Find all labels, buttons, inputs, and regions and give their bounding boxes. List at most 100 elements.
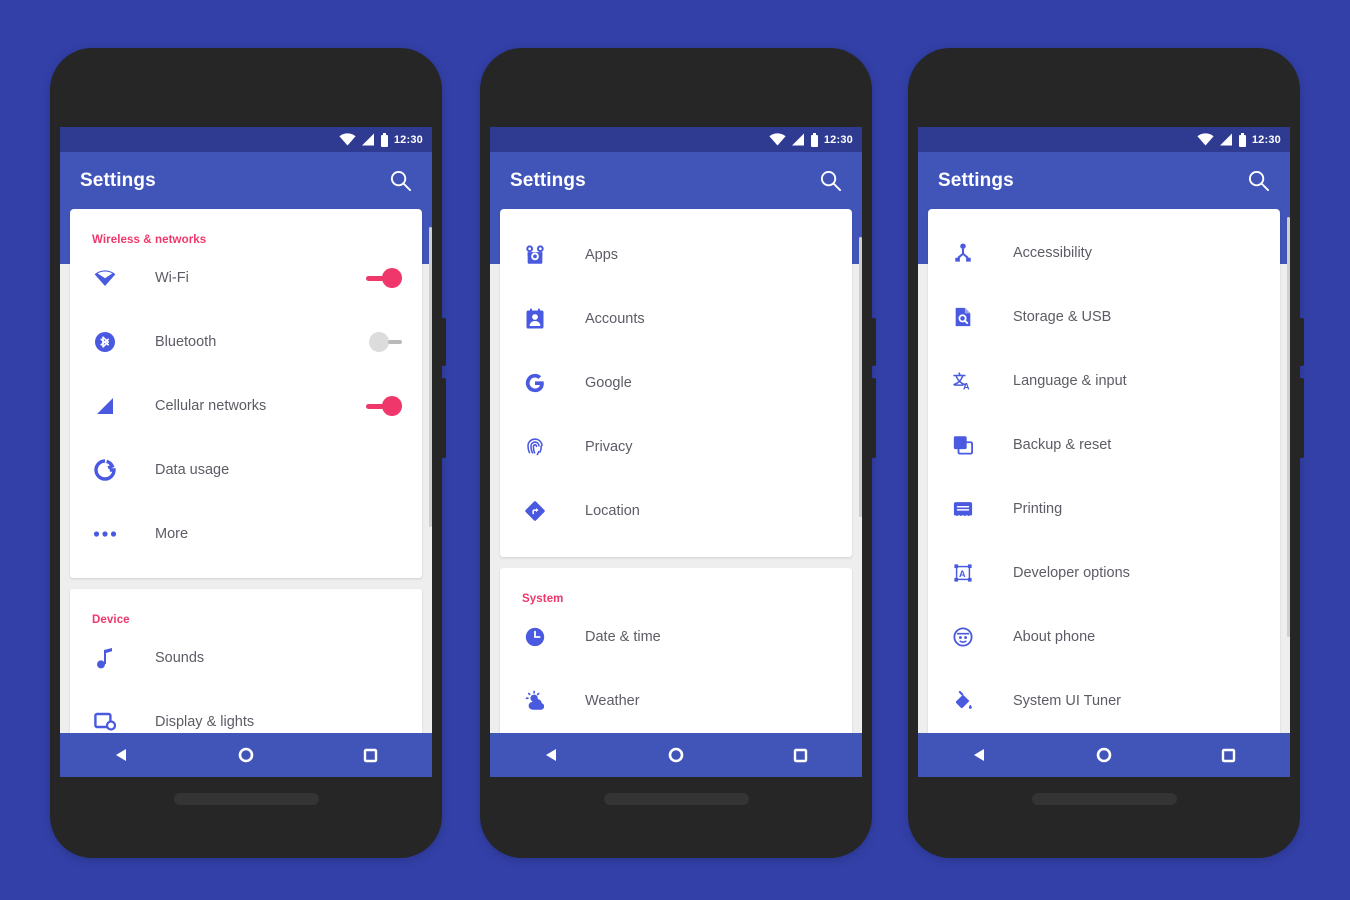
bluetooth-icon <box>91 328 119 356</box>
wifi-icon <box>91 264 119 292</box>
scrollbar-thumb[interactable] <box>429 227 432 527</box>
svg-text:A: A <box>959 569 966 579</box>
system-ui-tuner-icon <box>949 687 977 715</box>
screenshot-stage: 12:30 Settings Wireless & networks Wi-Fi… <box>0 0 1350 900</box>
page-title: Settings <box>510 169 586 191</box>
list-item-label: Accessibility <box>1013 245 1092 261</box>
volume-button[interactable] <box>871 378 876 458</box>
status-bar-clock: 12:30 <box>393 133 423 146</box>
app-bar: Settings <box>918 152 1290 209</box>
section-header: System <box>522 593 564 605</box>
list-item-label: Google <box>585 375 632 391</box>
bluetooth-toggle[interactable] <box>369 332 402 352</box>
list-item-backup-reset[interactable]: Backup & reset <box>928 413 1280 477</box>
list-item-wifi[interactable]: Wi-Fi <box>70 246 422 310</box>
list-item-cellular-networks[interactable]: Cellular networks <box>70 374 422 438</box>
home-circle-icon[interactable] <box>1082 733 1126 777</box>
recents-square-icon[interactable] <box>778 733 822 777</box>
search-icon[interactable] <box>817 168 843 194</box>
list-item-more[interactable]: More <box>70 502 422 566</box>
settings-list-2[interactable]: Apps Accounts Google Privacy Location Sy… <box>490 209 862 777</box>
list-item-accounts[interactable]: Accounts <box>500 287 852 351</box>
bottom-speaker <box>174 793 319 805</box>
list-item-bluetooth[interactable]: Bluetooth <box>70 310 422 374</box>
list-item-location[interactable]: Location <box>500 479 852 543</box>
list-item-label: Date & time <box>585 629 661 645</box>
wifi-icon <box>769 133 786 146</box>
back-triangle-icon[interactable] <box>100 733 144 777</box>
settings-card: System Date & time Weather <box>500 568 852 759</box>
cellular-toggle[interactable] <box>366 396 402 416</box>
apps-icon <box>521 241 549 269</box>
search-icon[interactable] <box>387 168 413 194</box>
list-item-developer-options[interactable]: A Developer options <box>928 541 1280 605</box>
scrollbar-thumb[interactable] <box>1287 217 1290 637</box>
list-item-google[interactable]: Google <box>500 351 852 415</box>
app-bar: Settings <box>60 152 432 209</box>
display-icon <box>91 708 119 736</box>
recents-square-icon[interactable] <box>348 733 392 777</box>
power-button[interactable] <box>1299 318 1304 366</box>
power-button[interactable] <box>441 318 446 366</box>
status-bar: 12:30 <box>490 127 862 152</box>
phone-device-1: 12:30 Settings Wireless & networks Wi-Fi… <box>50 48 446 858</box>
list-item-weather[interactable]: Weather <box>500 669 852 733</box>
power-button[interactable] <box>871 318 876 366</box>
battery-icon <box>1238 132 1246 147</box>
scrollbar-thumb[interactable] <box>859 237 862 517</box>
accessibility-icon <box>949 239 977 267</box>
status-bar-clock: 12:30 <box>823 133 853 146</box>
list-item-label: Bluetooth <box>155 334 217 350</box>
list-item-label: Printing <box>1013 501 1063 517</box>
wifi-toggle[interactable] <box>366 268 402 288</box>
list-item-storage-usb[interactable]: Storage & USB <box>928 285 1280 349</box>
list-item-language-input[interactable]: 文A Language & input <box>928 349 1280 413</box>
list-item-label: Cellular networks <box>155 398 267 414</box>
settings-card: Apps Accounts Google Privacy Location <box>500 209 852 557</box>
list-item-accessibility[interactable]: Accessibility <box>928 221 1280 285</box>
about-phone-icon <box>949 623 977 651</box>
recents-square-icon[interactable] <box>1206 733 1250 777</box>
more-dots-icon <box>91 520 119 548</box>
settings-card: Accessibility Storage & USB 文A Language … <box>928 209 1280 747</box>
volume-button[interactable] <box>441 378 446 458</box>
phone-screen-3: 12:30 Settings Accessibility Storage & U… <box>918 127 1290 777</box>
list-item-label: Sounds <box>155 650 205 666</box>
cellular-signal-icon <box>361 133 374 146</box>
app-bar: Settings <box>490 152 862 209</box>
language-icon: 文A <box>949 367 977 395</box>
list-item-label: More <box>155 526 189 542</box>
home-circle-icon[interactable] <box>654 733 698 777</box>
weather-icon <box>521 687 549 715</box>
list-item-sounds[interactable]: Sounds <box>70 626 422 690</box>
settings-list-1[interactable]: Wireless & networks Wi-Fi Bluetooth Cell… <box>60 209 432 777</box>
navigation-bar <box>490 733 862 777</box>
list-item-printing[interactable]: Printing <box>928 477 1280 541</box>
google-g-icon <box>521 369 549 397</box>
list-item-data-usage[interactable]: Data usage <box>70 438 422 502</box>
data-usage-icon <box>91 456 119 484</box>
list-item-label: Language & input <box>1013 373 1127 389</box>
back-triangle-icon[interactable] <box>958 733 1002 777</box>
home-circle-icon[interactable] <box>224 733 268 777</box>
search-icon[interactable] <box>1245 168 1271 194</box>
back-triangle-icon[interactable] <box>530 733 574 777</box>
list-item-label: Backup & reset <box>1013 437 1112 453</box>
accounts-icon <box>521 305 549 333</box>
page-title: Settings <box>938 169 1014 191</box>
list-item-label: Display & lights <box>155 714 255 730</box>
status-bar-clock: 12:30 <box>1251 133 1281 146</box>
list-item-privacy[interactable]: Privacy <box>500 415 852 479</box>
settings-list-3[interactable]: Accessibility Storage & USB 文A Language … <box>918 209 1290 777</box>
list-item-apps[interactable]: Apps <box>500 223 852 287</box>
wifi-icon <box>1197 133 1214 146</box>
list-item-label: Privacy <box>585 439 633 455</box>
list-item-date-time[interactable]: Date & time <box>500 605 852 669</box>
list-item-system-ui-tuner[interactable]: System UI Tuner <box>928 669 1280 733</box>
volume-button[interactable] <box>1299 378 1304 458</box>
clock-icon <box>521 623 549 651</box>
list-item-label: Weather <box>585 693 640 709</box>
list-item-about-phone[interactable]: About phone <box>928 605 1280 669</box>
wifi-icon <box>339 133 356 146</box>
music-note-icon <box>91 644 119 672</box>
